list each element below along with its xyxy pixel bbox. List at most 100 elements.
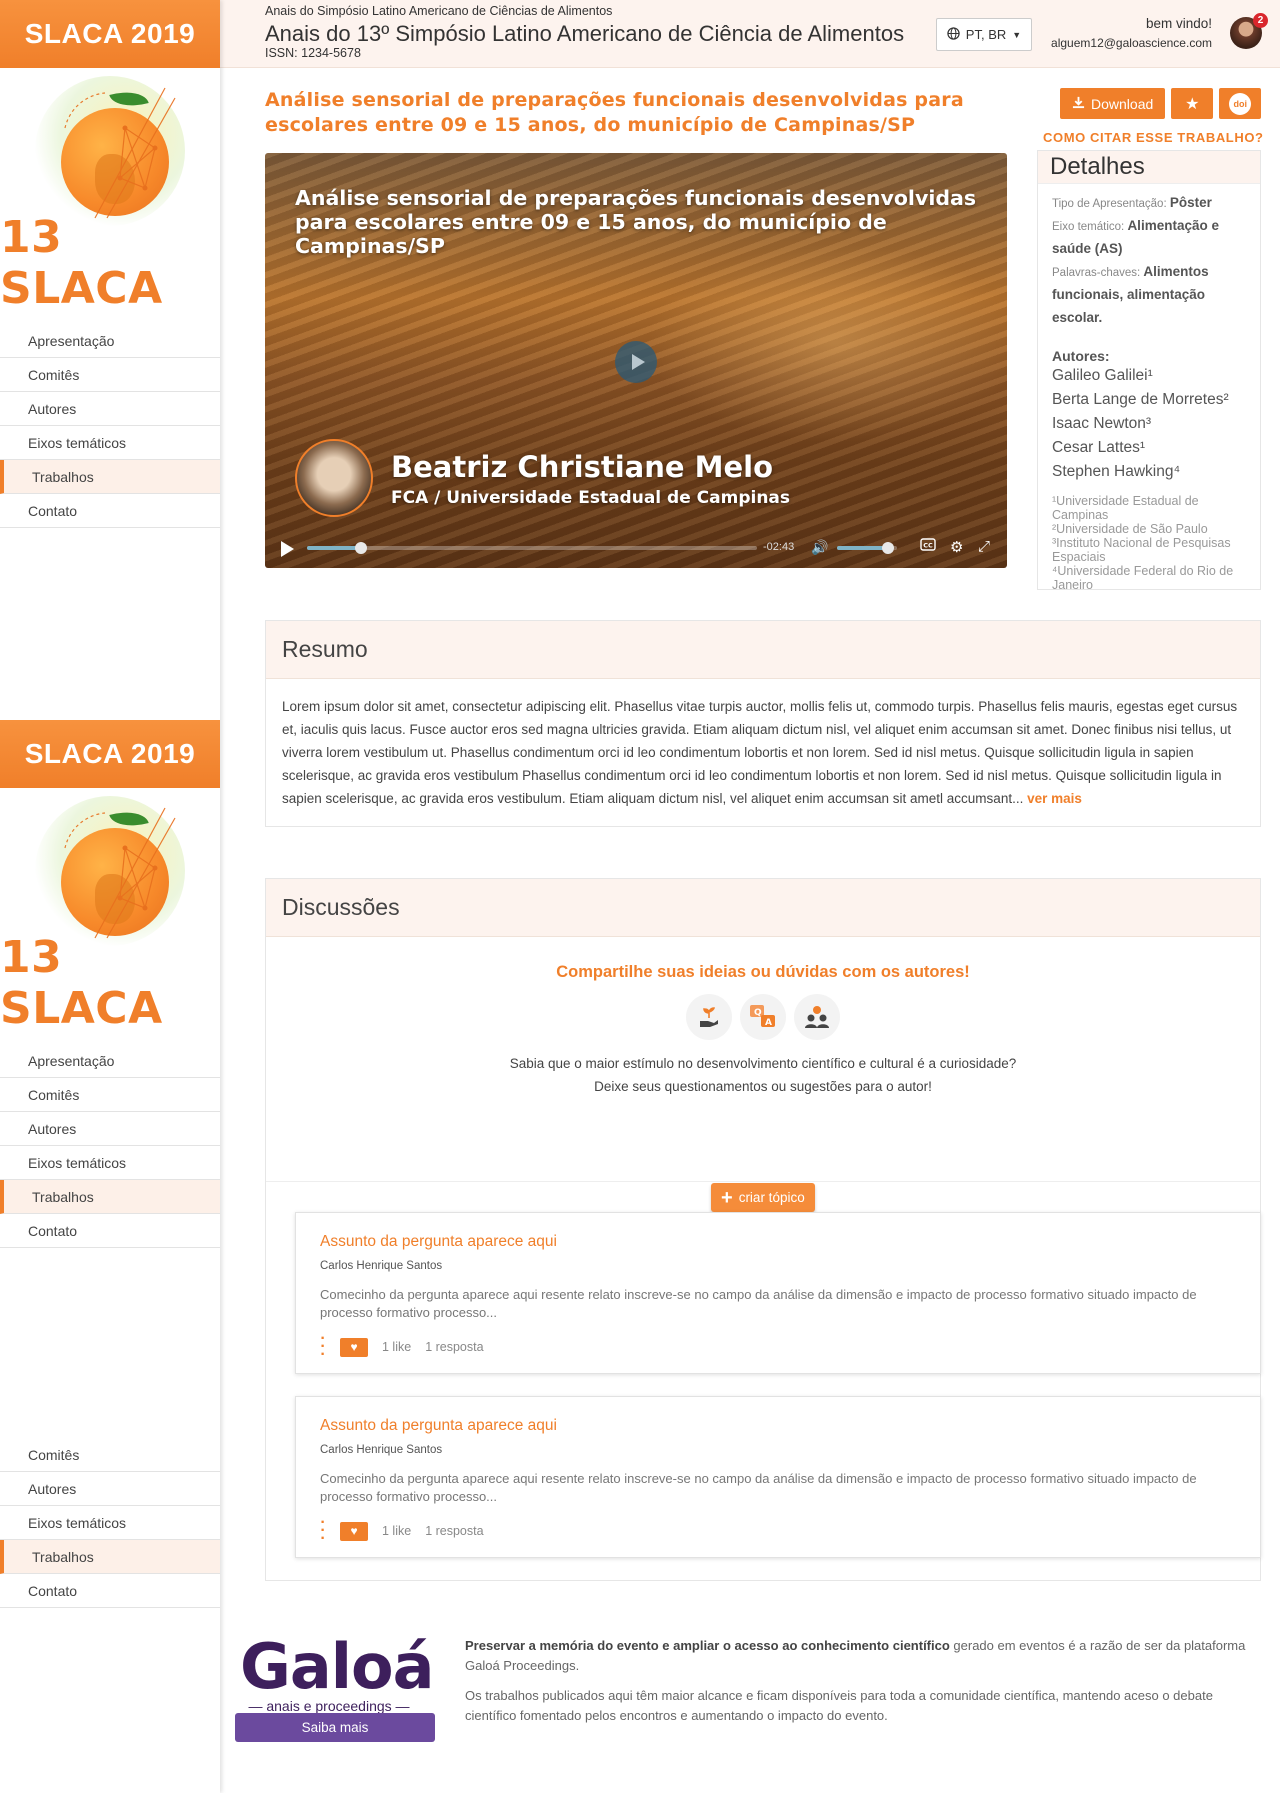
affiliation: ³Instituto Nacional de Pesquisas Espacia… <box>1052 536 1231 564</box>
sidebar-item-autores[interactable]: Autores <box>0 1472 220 1506</box>
resumo-text: Lorem ipsum dolor sit amet, consectetur … <box>282 699 1238 806</box>
captions-icon[interactable]: CC <box>920 538 936 555</box>
event-logo[interactable]: 13 SLACA <box>0 788 220 1044</box>
sidebar-block: Comitês Autores Eixos temáticos Trabalho… <box>0 1438 220 1608</box>
sidebar-item-autores[interactable]: Autores <box>0 392 220 426</box>
topic-snippet: Comecinho da pergunta aparece aqui resen… <box>320 1287 1197 1320</box>
reply-count[interactable]: 1 resposta <box>425 1524 483 1538</box>
download-label: Download <box>1091 95 1154 112</box>
work-actions: Download ★ doi <box>1060 88 1262 119</box>
sidebar-nav: Apresentação Comitês Autores Eixos temát… <box>0 324 220 528</box>
play-icon <box>631 354 645 370</box>
create-topic-label: criar tópico <box>738 1190 805 1205</box>
sidebar-item-trabalhos[interactable]: Trabalhos <box>0 460 220 494</box>
details-heading: Detalhes <box>1038 151 1260 184</box>
reply-count[interactable]: 1 resposta <box>425 1340 483 1354</box>
footer: Galoá — anais e proceedings — Saiba mais… <box>220 1612 1280 1793</box>
like-button[interactable]: ♥ <box>340 1337 368 1357</box>
details-panel: Detalhes Tipo de Apresentação: Pôster Ei… <box>1037 150 1261 592</box>
users-icon <box>794 994 840 1040</box>
user-email[interactable]: alguem12@galoascience.com <box>1051 36 1212 50</box>
video-title: Análise sensorial de preparações funcion… <box>295 186 977 258</box>
svg-text:A: A <box>765 1018 772 1028</box>
plant-hand-icon <box>686 994 732 1040</box>
proceedings-title[interactable]: Anais do 13º Simpósio Latino Americano d… <box>265 21 904 47</box>
sidebar: SLACA 2019 13 SLACA Apresentação Comitês… <box>0 0 220 1793</box>
author-item[interactable]: Isaac Newton³ <box>1052 412 1246 436</box>
cite-work-link[interactable]: COMO CITAR ESSE TRABALHO? <box>1043 130 1264 145</box>
sidebar-item-autores[interactable]: Autores <box>0 1112 220 1146</box>
sidebar-item-eixos[interactable]: Eixos temáticos <box>0 1506 220 1540</box>
doi-button[interactable]: doi <box>1219 88 1262 119</box>
sidebar-item-comites[interactable]: Comitês <box>0 358 220 392</box>
cta-heading: Compartilhe suas ideias ou dúvidas com o… <box>556 963 970 981</box>
favorite-button[interactable]: ★ <box>1171 88 1214 119</box>
volume-handle[interactable] <box>882 542 894 554</box>
author-item[interactable]: Berta Lange de Morretes² <box>1052 388 1246 412</box>
cta-icons: QA <box>266 994 1260 1040</box>
doi-icon: doi <box>1229 92 1252 115</box>
keywords: Palavras-chaves: Alimentos funcionais, a… <box>1052 264 1209 325</box>
star-icon: ★ <box>1185 95 1200 113</box>
author-item[interactable]: Cesar Lattes¹ <box>1052 436 1246 460</box>
topic-card[interactable]: Assunto da pergunta aparece aqui Carlos … <box>295 1212 1261 1374</box>
sidebar-item-contato[interactable]: Contato <box>0 1574 220 1608</box>
create-topic-button[interactable]: + criar tópico <box>711 1183 815 1212</box>
svg-text:Q: Q <box>754 1008 762 1018</box>
saiba-mais-button[interactable]: Saiba mais <box>235 1713 435 1742</box>
author-item[interactable]: Stephen Hawking⁴ <box>1052 460 1246 484</box>
notification-badge[interactable]: 2 <box>1253 13 1268 28</box>
top-header: Anais do Simpósio Latino Americano de Ci… <box>220 0 1280 68</box>
play-icon[interactable] <box>281 541 294 557</box>
topic-footer: · · · ♥ 1 like 1 resposta <box>320 1515 1236 1547</box>
presentation-type: Tipo de Apresentação: Pôster <box>1052 195 1212 210</box>
sidebar-item-contato[interactable]: Contato <box>0 1214 220 1248</box>
language-label: PT, BR <box>965 27 1007 42</box>
volume-icon[interactable]: 🔊 <box>811 539 828 556</box>
sidebar-item-comites[interactable]: Comitês <box>0 1438 220 1472</box>
topic-author: Carlos Henrique Santos <box>320 1260 443 1272</box>
orange-network-logo-icon <box>25 68 195 226</box>
like-button[interactable]: ♥ <box>340 1521 368 1541</box>
affiliation: ¹Universidade Estadual de Campinas <box>1052 494 1199 522</box>
play-overlay-button[interactable] <box>615 341 657 383</box>
heart-icon: ♥ <box>350 1524 358 1538</box>
more-options-icon[interactable]: · · · <box>320 1515 326 1547</box>
event-logo[interactable]: 13 SLACA <box>0 68 220 324</box>
topic-author: Carlos Henrique Santos <box>320 1444 443 1456</box>
sidebar-item-eixos[interactable]: Eixos temáticos <box>0 426 220 460</box>
language-selector[interactable]: PT, BR ▼ <box>936 18 1032 51</box>
cta-text: Sabia que o maior estímulo no desenvolvi… <box>509 1056 1017 1094</box>
galoa-tagline: — anais e proceedings — <box>248 1698 410 1714</box>
topic-footer: · · · ♥ 1 like 1 resposta <box>320 1331 1236 1363</box>
qa-icon: QA <box>740 994 786 1040</box>
presenter-institution: FCA / Universidade Estadual de Campinas <box>391 488 791 508</box>
more-options-icon[interactable]: · · · <box>320 1331 326 1363</box>
seek-bar[interactable] <box>307 546 757 550</box>
sidebar-brand[interactable]: SLACA 2019 <box>0 0 220 68</box>
sidebar-item-comites[interactable]: Comitês <box>0 1078 220 1112</box>
sidebar-item-trabalhos[interactable]: Trabalhos <box>0 1180 220 1214</box>
sidebar-item-trabalhos[interactable]: Trabalhos <box>0 1540 220 1574</box>
time-remaining: -02:43 <box>763 541 795 553</box>
video-player[interactable]: Análise sensorial de preparações funcion… <box>265 153 1007 568</box>
topic-title[interactable]: Assunto da pergunta aparece aqui <box>320 1417 1236 1435</box>
download-button[interactable]: Download <box>1060 88 1166 119</box>
fullscreen-icon[interactable]: ⤢ <box>978 538 990 555</box>
sidebar-item-contato[interactable]: Contato <box>0 494 220 528</box>
sidebar-item-eixos[interactable]: Eixos temáticos <box>0 1146 220 1180</box>
topic-title[interactable]: Assunto da pergunta aparece aqui <box>320 1233 1236 1251</box>
sidebar-item-apresentacao[interactable]: Apresentação <box>0 1044 220 1078</box>
author-item[interactable]: Galileo Galilei¹ <box>1052 364 1246 388</box>
sidebar-block: SLACA 2019 13 SLACA Apresentação Comitês… <box>0 720 220 1248</box>
galoa-logo[interactable]: Galoá <box>240 1630 434 1703</box>
topic-card[interactable]: Assunto da pergunta aparece aqui Carlos … <box>295 1396 1261 1558</box>
svg-text:CC: CC <box>923 542 933 550</box>
sidebar-item-apresentacao[interactable]: Apresentação <box>0 324 220 358</box>
resumo-heading: Resumo <box>266 621 1260 679</box>
settings-gear-icon[interactable]: ⚙ <box>950 538 963 556</box>
sidebar-brand[interactable]: SLACA 2019 <box>0 720 220 788</box>
seek-handle[interactable] <box>355 542 367 554</box>
sidebar-nav: Apresentação Comitês Autores Eixos temát… <box>0 1044 220 1248</box>
read-more-link[interactable]: ver mais <box>1027 791 1082 806</box>
